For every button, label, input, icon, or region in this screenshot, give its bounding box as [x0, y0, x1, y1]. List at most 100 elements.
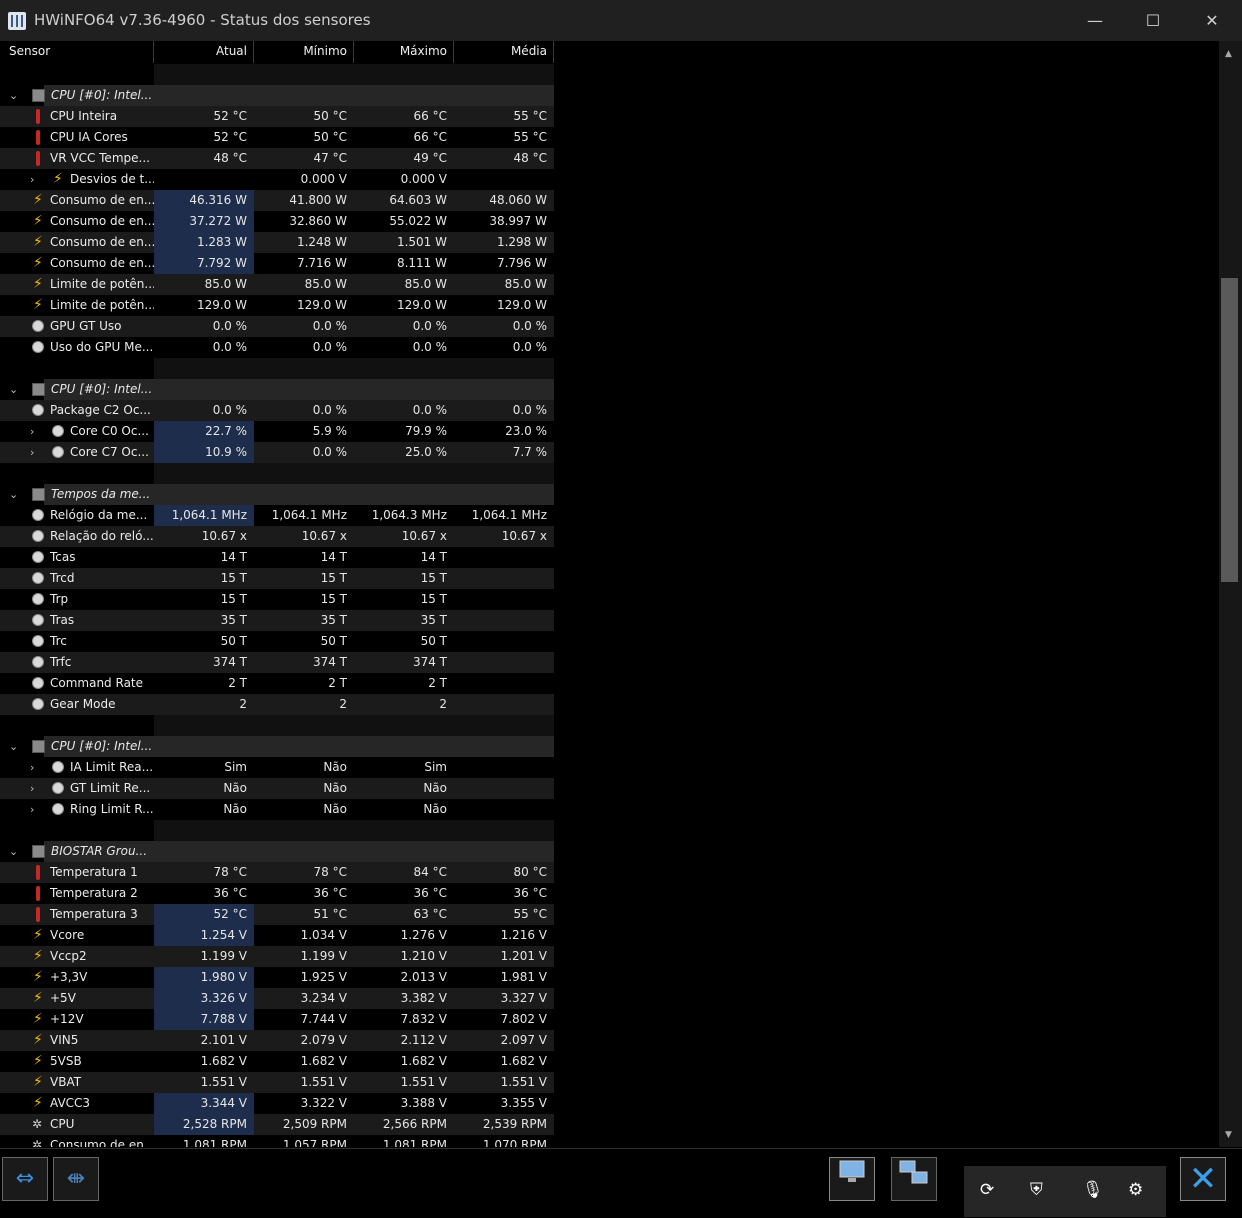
sensor-row[interactable]: › Ring Limit R... Não Não Não: [0, 799, 554, 820]
sensor-row[interactable]: Uso do GPU Me... 0.0 % 0.0 % 0.0 % 0.0 %: [0, 337, 554, 358]
value-maximo: 36 °C: [354, 883, 454, 904]
sensor-group-row[interactable]: ⌄ CPU [#0]: Intel...: [0, 379, 554, 400]
lightning-icon: ⚡: [33, 1074, 43, 1090]
value-minimo: 1,064.1 MHz: [254, 505, 354, 526]
steam-icon[interactable]: ⚙: [1128, 1180, 1143, 1200]
value-media: 2,539 RPM: [454, 1114, 554, 1135]
sensor-row[interactable]: Gear Mode 2 2 2: [0, 694, 554, 715]
scroll-down-icon[interactable]: ▼: [1225, 1130, 1232, 1140]
sensor-row[interactable]: ⚡ Consumo de en... 7.792 W 7.716 W 8.111 W 7.…: [0, 253, 554, 274]
chevron-right-icon[interactable]: ›: [30, 421, 34, 442]
chevron-right-icon[interactable]: ›: [30, 799, 34, 820]
chevron-down-icon[interactable]: ⌄: [9, 484, 18, 505]
sensor-row[interactable]: Trcd 15 T 15 T 15 T: [0, 568, 554, 589]
network-icon[interactable]: [891, 1157, 937, 1201]
value-atual: 48 °C: [154, 148, 254, 169]
sensor-name: Desvios de t...: [70, 172, 154, 186]
value-maximo: 15 T: [354, 589, 454, 610]
value-media: [454, 631, 554, 652]
chevron-right-icon[interactable]: ›: [30, 442, 34, 463]
chip-icon: [32, 89, 45, 102]
header-media[interactable]: Média: [454, 41, 554, 63]
sensor-row[interactable]: Command Rate 2 T2 T2 T: [0, 673, 554, 694]
sensor-row[interactable]: ⚡ Limite de potên... 85.0 W 85.0 W 85.0 W 85.…: [0, 274, 554, 295]
shield-warning-icon[interactable]: ⛨: [1030, 1180, 1043, 1200]
sensor-row[interactable]: Tcas 14 T 14 T 14 T: [0, 547, 554, 568]
sensor-row[interactable]: Relógio da me... 1,064.1 MHz 1,064.1 MHz 1,…: [0, 505, 554, 526]
sensor-group-row[interactable]: ⌄ BIOSTAR Grou...: [0, 841, 554, 862]
chevron-down-icon[interactable]: ⌄: [9, 841, 18, 862]
header-sensor[interactable]: Sensor: [0, 41, 154, 63]
scroll-thumb[interactable]: [1221, 278, 1238, 582]
sensor-row[interactable]: Temperatura 2 36 °C 36 °C 36 °C 36 °C: [0, 883, 554, 904]
chevron-right-icon[interactable]: ›: [30, 169, 34, 190]
sensor-name: Relógio da me...: [50, 508, 148, 522]
close-button[interactable]: ✕: [1183, 0, 1241, 41]
thermometer-icon: [36, 151, 40, 166]
header-minimo[interactable]: Mínimo: [254, 41, 354, 63]
sensor-row[interactable]: ⚡ Vcore 1.254 V 1.034 V 1.276 V 1.216 V: [0, 925, 554, 946]
sensor-row[interactable]: ⚡ Limite de potên... 129.0 W 129.0 W 129.0 W…: [0, 295, 554, 316]
sensor-row[interactable]: Trfc 374 T 374 T 374 T: [0, 652, 554, 673]
microphone-icon[interactable]: 🎙: [1082, 1180, 1104, 1200]
sensor-row[interactable]: ⚡ Consumo de en... 1.283 W 1.248 W 1.501 W 1.…: [0, 232, 554, 253]
sensor-row[interactable]: ⚡ +12V 7.788 V 7.744 V 7.832 V 7.802 V: [0, 1009, 554, 1030]
sensor-row[interactable]: Tras 35 T 35 T 35 T: [0, 610, 554, 631]
value-maximo: 66 °C: [354, 106, 454, 127]
maximize-button[interactable]: ☐: [1124, 0, 1182, 41]
sensor-group-row[interactable]: ⌄ CPU [#0]: Intel...: [0, 85, 554, 106]
sensor-row[interactable]: VR VCC Tempe... 48 °C 47 °C 49 °C 48 °C: [0, 148, 554, 169]
value-media: 7.802 V: [454, 1009, 554, 1030]
value-minimo: 85.0 W: [254, 274, 354, 295]
sensor-row[interactable]: ⚡ +5V 3.326 V 3.234 V 3.382 V 3.327 V: [0, 988, 554, 1009]
sensor-row[interactable]: › GT Limit Re... Não Não Não: [0, 778, 554, 799]
chevron-down-icon[interactable]: ⌄: [9, 85, 18, 106]
sensor-row[interactable]: ⚡ VBAT 1.551 V 1.551 V 1.551 V 1.551 V: [0, 1072, 554, 1093]
sensor-row[interactable]: ⚡ Vccp2 1.199 V 1.199 V 1.210 V 1.201 V: [0, 946, 554, 967]
chevron-down-icon[interactable]: ⌄: [9, 736, 18, 757]
sensor-row[interactable]: › Core C0 Oc... 22.7 % 5.9 % 79.9 % 23.0 %: [0, 421, 554, 442]
value-atual: 35 T: [154, 610, 254, 631]
chevron-right-icon[interactable]: ›: [30, 778, 34, 799]
sensor-row[interactable]: Relação do reló... 10.67 x 10.67 x 10.67 x1…: [0, 526, 554, 547]
sensor-row[interactable]: Temperatura 3 52 °C 51 °C 63 °C 55 °C: [0, 904, 554, 925]
nav-arrows-button[interactable]: ⇔: [2, 1157, 48, 1201]
sensor-row[interactable]: › Core C7 Oc... 10.9 % 0.0 % 25.0 % 7.7 %: [0, 442, 554, 463]
sensor-group-row[interactable]: ⌄ CPU [#0]: Intel...: [0, 736, 554, 757]
sensor-row[interactable]: GPU GT Uso 0.0 % 0.0 % 0.0 % 0.0 %: [0, 316, 554, 337]
sensor-row[interactable]: ✲ CPU 2,528 RPM 2,509 RPM 2,566 RPM 2,539 RPM: [0, 1114, 554, 1135]
sensor-group-row[interactable]: ⌄ Tempos da me...: [0, 484, 554, 505]
header-maximo[interactable]: Máximo: [354, 41, 454, 63]
scroll-up-icon[interactable]: ▲: [1225, 49, 1232, 59]
header-atual[interactable]: Atual: [154, 41, 254, 63]
sensor-row[interactable]: Package C2 Oc... 0.0 % 0.0 % 0.0 % 0.0 %: [0, 400, 554, 421]
sensor-row[interactable]: CPU IA Cores 52 °C 50 °C 66 °C 55 °C: [0, 127, 554, 148]
value-media: [454, 778, 554, 799]
chevron-down-icon[interactable]: ⌄: [9, 379, 18, 400]
collapse-button[interactable]: ⇼: [53, 1157, 99, 1201]
sensor-row[interactable]: › IA Limit Rea... Sim Não Sim: [0, 757, 554, 778]
sensor-row[interactable]: CPU Inteira 52 °C 50 °C 66 °C 55 °C: [0, 106, 554, 127]
sensor-row[interactable]: ⚡ +3,3V 1.980 V 1.925 V 2.013 V 1.981 V: [0, 967, 554, 988]
refresh-icon[interactable]: ⟳: [980, 1180, 994, 1200]
sensor-row[interactable]: Trp 15 T 15 T 15 T: [0, 589, 554, 610]
minimize-button[interactable]: —: [1066, 0, 1124, 41]
monitor-icon[interactable]: [829, 1157, 875, 1201]
sensor-name: Uso do GPU Me...: [50, 340, 154, 354]
sensor-row[interactable]: ⚡ AVCC3 3.344 V 3.322 V 3.388 V 3.355 V: [0, 1093, 554, 1114]
sensor-row[interactable]: ✲ Consumo de en... 1,081 RPM 1,057 RPM 1,081…: [0, 1135, 554, 1147]
thermometer-icon: [36, 886, 40, 901]
title-bar: HWiNFO64 v7.36-4960 - Status dos sensore…: [0, 0, 1242, 41]
close-sensors-icon[interactable]: ✕: [1180, 1157, 1226, 1201]
sensor-row[interactable]: ⚡ Consumo de en... 46.316 W 41.800 W 64.603 …: [0, 190, 554, 211]
value-media: 23.0 %: [454, 421, 554, 442]
sensor-row[interactable]: › ⚡ Desvios de t... 0.000 V 0.000 V: [0, 169, 554, 190]
vertical-scrollbar[interactable]: ▲ ▼: [1219, 41, 1242, 1147]
sensor-row[interactable]: ⚡ Consumo de en... 37.272 W 32.860 W 55.022 …: [0, 211, 554, 232]
sensor-row[interactable]: Temperatura 1 78 °C 78 °C 84 °C 80 °C: [0, 862, 554, 883]
sensor-row[interactable]: Trc 50 T 50 T 50 T: [0, 631, 554, 652]
sensor-row[interactable]: ⚡ 5VSB 1.682 V 1.682 V 1.682 V 1.682 V: [0, 1051, 554, 1072]
chevron-right-icon[interactable]: ›: [30, 757, 34, 778]
value-media: 36 °C: [454, 883, 554, 904]
sensor-row[interactable]: ⚡ VIN5 2.101 V 2.079 V 2.112 V 2.097 V: [0, 1030, 554, 1051]
